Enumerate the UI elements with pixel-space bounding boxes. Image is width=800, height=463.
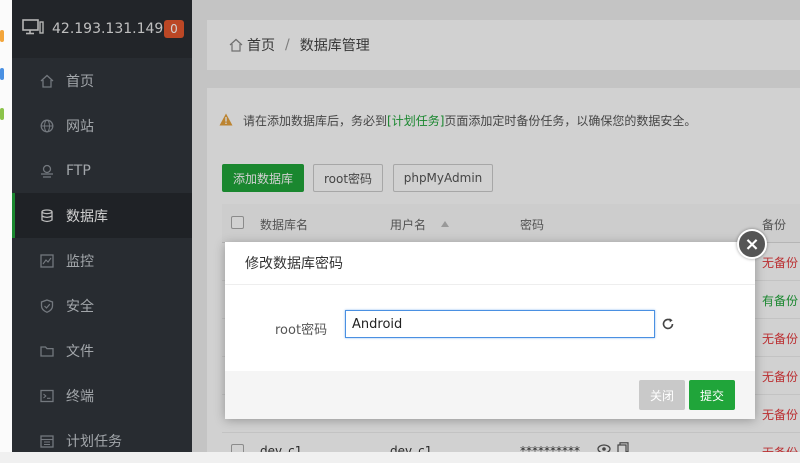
refresh-icon[interactable]: [661, 317, 675, 335]
dialog-body: root密码: [225, 285, 755, 371]
change-db-password-dialog: 修改数据库密码 root密码 关闭 提交: [225, 242, 755, 419]
close-button[interactable]: 关闭: [639, 380, 685, 410]
dialog-footer: 关闭 提交: [225, 371, 755, 419]
dialog-close-icon[interactable]: ×: [737, 229, 767, 259]
edge-marker: [0, 30, 4, 42]
submit-button[interactable]: 提交: [689, 380, 735, 410]
edge-marker: [0, 68, 4, 80]
root-password-label: root密码: [275, 323, 328, 338]
root-password-input[interactable]: [345, 310, 655, 338]
dialog-title: 修改数据库密码: [225, 242, 755, 285]
edge-marker: [0, 108, 4, 120]
